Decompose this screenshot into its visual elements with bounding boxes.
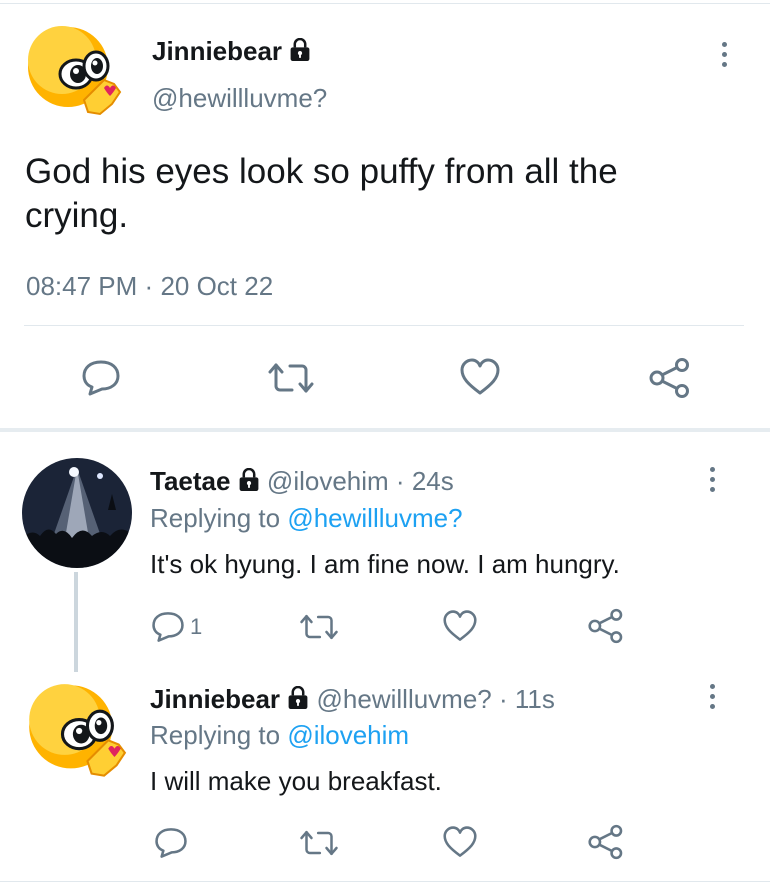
emoji-avatar-icon — [29, 684, 127, 777]
section-divider — [0, 428, 770, 432]
lock-icon — [289, 37, 311, 69]
reply2-replying-prefix: Replying to — [150, 720, 281, 750]
reply2-replying-to: Replying to @ilovehim — [150, 719, 409, 751]
reply2-age: 11s — [514, 684, 555, 714]
action-divider — [24, 325, 744, 326]
share-icon[interactable] — [587, 608, 625, 644]
reply2-separator: · — [499, 684, 508, 714]
reply2-replying-link[interactable]: @ilovehim — [287, 720, 409, 750]
reply-icon[interactable] — [153, 826, 189, 860]
reply1-author-handle[interactable]: @ilovehim — [267, 466, 389, 496]
like-icon[interactable] — [458, 357, 502, 397]
emoji-avatar-icon — [28, 26, 122, 116]
share-icon[interactable] — [648, 357, 692, 399]
retweet-icon[interactable] — [266, 360, 316, 396]
author-handle[interactable]: @hewillluvme? — [152, 82, 327, 114]
reply-icon — [150, 610, 186, 644]
retweet-icon[interactable] — [298, 612, 340, 642]
reply1-reply-count: 1 — [190, 614, 203, 639]
reply1-reply-button[interactable]: 1 — [150, 610, 202, 644]
avatar-taetae[interactable] — [22, 458, 132, 568]
share-icon[interactable] — [587, 824, 625, 860]
reply-icon[interactable] — [80, 358, 122, 398]
reply1-replying-link[interactable]: @hewillluvme? — [287, 503, 462, 533]
reply1-separator: · — [395, 466, 405, 496]
reply2-author-handle[interactable]: @hewillluvme? — [317, 684, 492, 714]
concert-avatar-icon — [22, 458, 132, 568]
thread-line — [74, 572, 78, 672]
like-icon[interactable] — [441, 609, 479, 643]
bottom-divider — [0, 881, 770, 882]
more-icon[interactable] — [707, 467, 717, 492]
tweet-timestamp[interactable]: 08:47 PM · 20 Oct 22 — [26, 270, 273, 302]
more-icon[interactable] — [707, 684, 717, 709]
more-icon[interactable] — [719, 42, 729, 67]
reply1-text: It's ok hyung. I am fine now. I am hungr… — [150, 549, 620, 579]
author-name[interactable]: Jinniebear — [152, 36, 282, 66]
top-divider — [0, 3, 770, 4]
tweet-text-line1: God his eyes look so puffy from all the — [25, 152, 618, 191]
reply2-text: I will make you breakfast. — [150, 766, 442, 796]
timestamp-separator: · — [144, 271, 154, 301]
tweet-date: 20 Oct 22 — [160, 271, 274, 301]
tweet-time: 08:47 PM — [26, 271, 138, 301]
avatar-reply2[interactable] — [20, 680, 132, 784]
retweet-icon[interactable] — [298, 828, 340, 858]
reply1-age: 24s — [411, 466, 454, 496]
reply2-author-name[interactable]: Jinniebear — [150, 684, 280, 714]
like-icon[interactable] — [441, 825, 479, 859]
reply1-author-name[interactable]: Taetae — [150, 466, 230, 496]
reply1-replying-to: Replying to @hewillluvme? — [150, 502, 463, 534]
avatar-main[interactable] — [22, 22, 124, 122]
lock-icon — [238, 467, 260, 499]
reply1-replying-prefix: Replying to — [150, 503, 281, 533]
tweet-text-line2: crying. — [25, 196, 129, 235]
lock-icon — [287, 685, 309, 717]
